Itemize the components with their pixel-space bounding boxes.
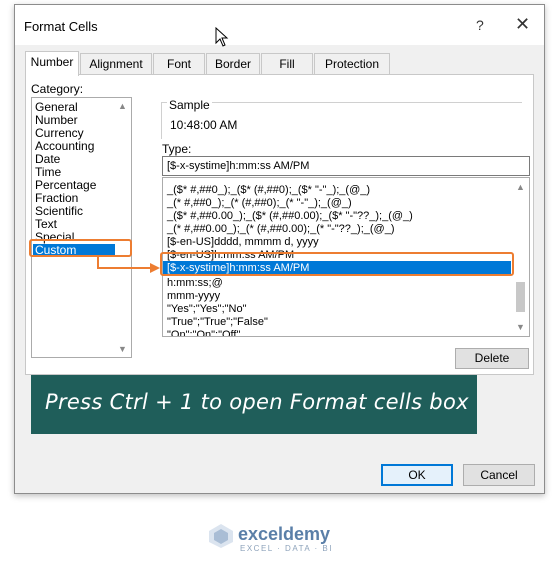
exceldemy-logo-icon — [209, 524, 233, 548]
watermark-name: exceldemy — [238, 524, 331, 544]
highlight-connector-arrow — [97, 256, 160, 273]
watermark-tagline: EXCEL · DATA · BI — [240, 544, 333, 553]
tab-number[interactable]: Number — [25, 51, 79, 76]
mouse-cursor-icon — [215, 27, 229, 47]
exceldemy-watermark: exceldemy EXCEL · DATA · BI — [208, 523, 331, 553]
